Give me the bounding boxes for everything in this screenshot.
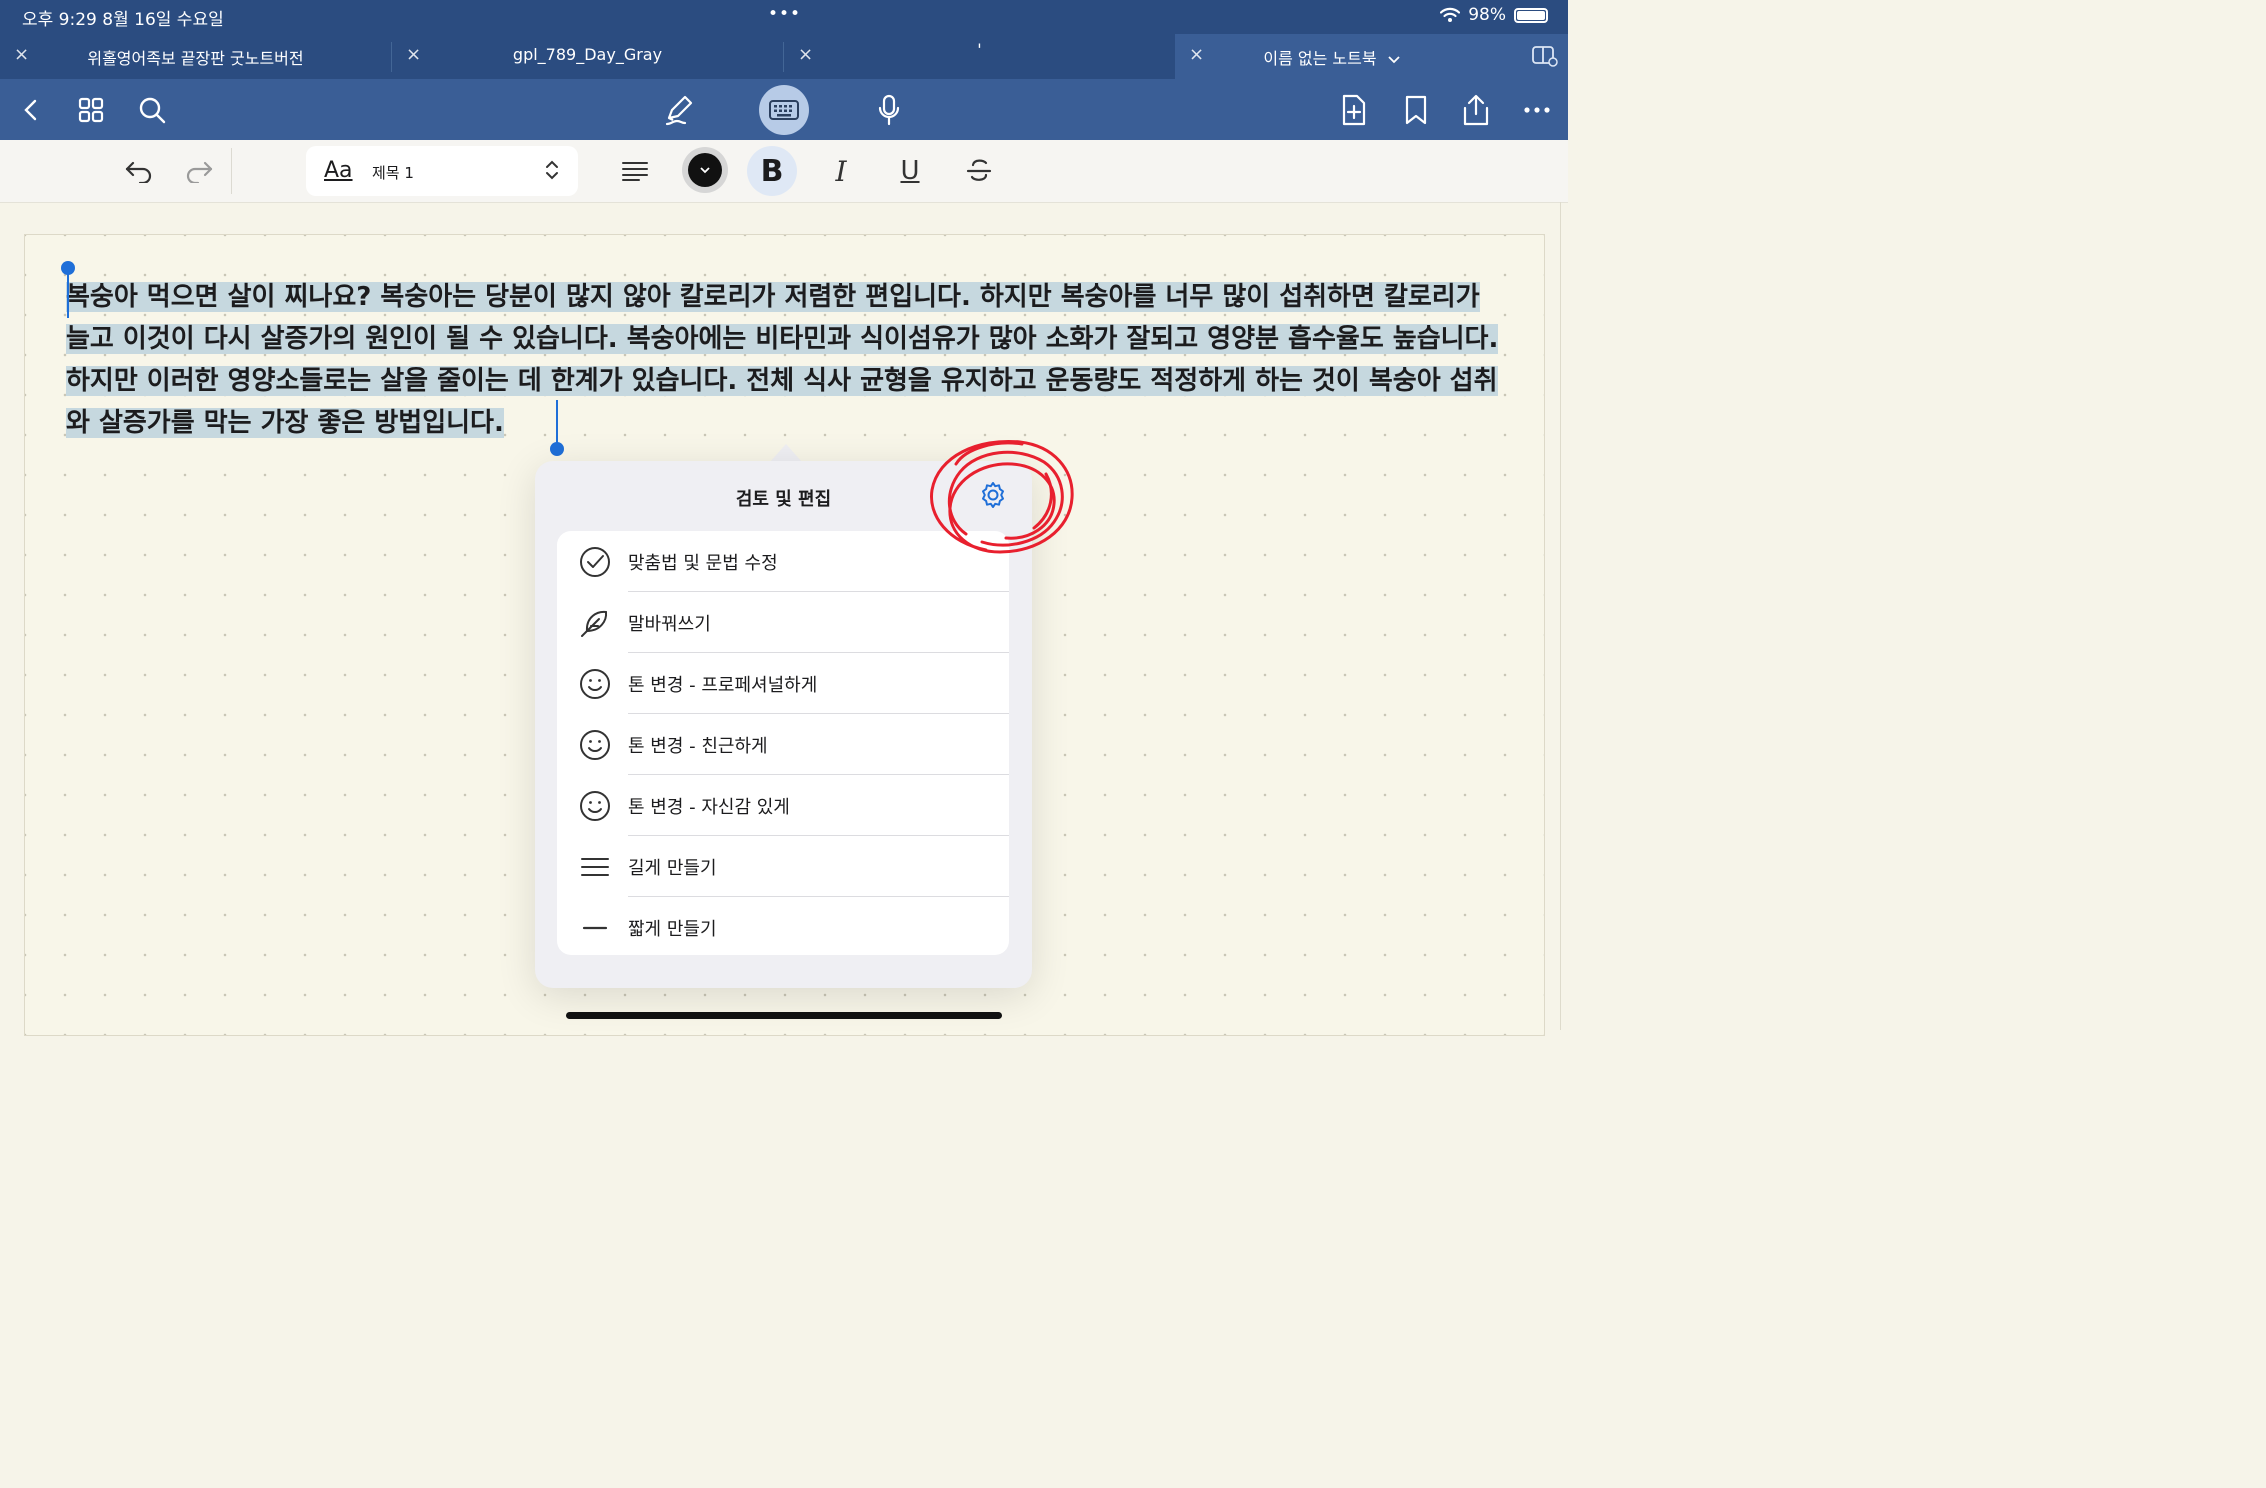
strikethrough-icon[interactable]: [960, 152, 998, 190]
microphone-icon[interactable]: [870, 91, 908, 129]
status-bar: 오후 9:29 8월 16일 수요일 ••• 98%: [0, 0, 1568, 34]
multitasking-dots-icon[interactable]: •••: [768, 4, 801, 24]
split-view-icon[interactable]: [1532, 45, 1558, 67]
italic-button[interactable]: I: [822, 152, 860, 190]
list-item-make-longer[interactable]: 길게 만들기: [557, 836, 1009, 897]
lines-icon: [581, 858, 609, 876]
list-item-label: 길게 만들기: [628, 858, 717, 879]
main-toolbar: [0, 79, 1568, 140]
bold-button[interactable]: B: [747, 146, 797, 196]
minus-icon: [582, 926, 608, 930]
tab-title: ': [977, 40, 982, 59]
add-page-icon[interactable]: [1335, 91, 1373, 129]
smiley-icon: [580, 730, 610, 760]
wifi-icon: [1440, 7, 1461, 22]
document-text[interactable]: 복숭아 먹으면 살이 찌나요? 복숭아는 당분이 많지 않아 칼로리가 저렴한 …: [66, 276, 1506, 444]
tab-2[interactable]: × ': [784, 34, 1175, 79]
selected-text[interactable]: 복숭아 먹으면 살이 찌나요? 복숭아는 당분이 많지 않아 칼로리가 저렴한 …: [66, 282, 1499, 438]
home-indicator[interactable]: [566, 1012, 1002, 1019]
status-time: 오후 9:29 8월 16일 수요일: [22, 10, 224, 30]
pen-icon[interactable]: [660, 91, 698, 129]
undo-icon[interactable]: [120, 152, 158, 190]
keyboard-icon[interactable]: [759, 85, 809, 135]
smiley-icon: [580, 791, 610, 821]
chevron-down-icon: [1388, 56, 1400, 64]
underline-button[interactable]: U: [891, 152, 929, 190]
list-item-label: 톤 변경 - 프로페셔널하게: [628, 675, 818, 696]
tab-title: gpl_789_Day_Gray: [512, 45, 663, 64]
selection-end-line: [556, 400, 558, 444]
grid-icon[interactable]: [72, 91, 110, 129]
text-style-select[interactable]: Aa 제목 1: [306, 146, 578, 196]
list-item-tone-friendly[interactable]: 톤 변경 - 친근하게: [557, 714, 1009, 775]
status-right: 98%: [1440, 5, 1548, 25]
text-style-label: 제목 1: [372, 164, 414, 182]
tab-title-text: 이름 없는 노트북: [1263, 49, 1377, 68]
tab-bar: × 위홀영어족보 끝장판 굿노트버전 × gpl_789_Day_Gray × …: [0, 34, 1568, 79]
share-icon[interactable]: [1457, 91, 1495, 129]
text-color-button[interactable]: [682, 147, 728, 193]
redo-icon[interactable]: [180, 152, 218, 190]
list-item-paraphrase[interactable]: 말바꿔쓰기: [557, 592, 1009, 653]
chevron-up-down-icon: [546, 160, 558, 180]
feather-icon: [581, 610, 608, 637]
tab-0[interactable]: × 위홀영어족보 끝장판 굿노트버전: [0, 34, 391, 79]
selection-start-handle[interactable]: [61, 261, 75, 275]
popup-list: 맞춤법 및 문법 수정 말바꿔쓰기 톤 변경 - 프로페셔널하게 톤 변경 - …: [557, 531, 1009, 955]
popup-arrow: [770, 444, 802, 462]
list-item-label: 맞춤법 및 문법 수정: [628, 553, 778, 574]
selection-end-handle[interactable]: [550, 442, 564, 456]
back-icon[interactable]: [12, 91, 50, 129]
chevron-down-icon: [700, 167, 710, 174]
list-item-label: 말바꿔쓰기: [628, 614, 711, 635]
tab-title: 이름 없는 노트북: [1175, 45, 1488, 69]
smiley-icon: [580, 669, 610, 699]
list-item-label: 톤 변경 - 친근하게: [628, 736, 768, 757]
selection-start-line: [67, 274, 69, 318]
list-item-tone-professional[interactable]: 톤 변경 - 프로페셔널하게: [557, 653, 1009, 714]
list-item-tone-confident[interactable]: 톤 변경 - 자신감 있게: [557, 775, 1009, 836]
text-style-glyph: Aa: [324, 158, 353, 183]
tab-3-active[interactable]: × 이름 없는 노트북: [1175, 34, 1568, 79]
align-icon[interactable]: [616, 152, 654, 190]
tab-title: 위홀영어족보 끝장판 굿노트버전: [87, 49, 304, 68]
list-item-label: 짧게 만들기: [628, 919, 717, 940]
list-item-make-shorter[interactable]: 짧게 만들기: [557, 897, 1009, 955]
format-bar: Aa 제목 1 B I U: [0, 140, 1568, 203]
battery-percent: 98%: [1468, 5, 1506, 25]
search-icon[interactable]: [133, 91, 171, 129]
list-item-label: 톤 변경 - 자신감 있게: [628, 797, 790, 818]
red-circle-annotation: [930, 439, 1074, 554]
battery-icon: [1514, 7, 1548, 23]
page-edge: [1560, 202, 1561, 1030]
tab-1[interactable]: × gpl_789_Day_Gray: [392, 34, 783, 79]
color-swatch: [688, 153, 722, 187]
bookmark-icon[interactable]: [1397, 91, 1435, 129]
checkmark-circle-icon: [580, 547, 610, 577]
more-icon[interactable]: [1518, 91, 1556, 129]
